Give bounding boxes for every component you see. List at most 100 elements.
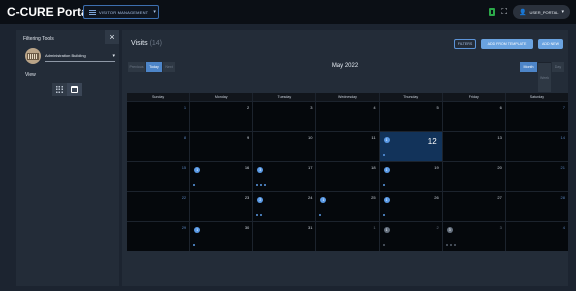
status-icon[interactable]: [489, 8, 496, 16]
calendar-day[interactable]: 3: [253, 102, 317, 131]
visit-dot[interactable]: [260, 184, 263, 186]
calendar-day[interactable]: 1: [127, 102, 191, 131]
calendar-day[interactable]: 19 1: [380, 162, 443, 191]
visit-dot[interactable]: [256, 184, 259, 186]
day-number: 6: [499, 105, 502, 110]
weekday-label: Wednesday: [316, 93, 380, 101]
calendar-day[interactable]: 1: [316, 222, 380, 251]
grid-view-button[interactable]: [52, 83, 67, 96]
visit-dot[interactable]: [382, 184, 385, 186]
calendar-day[interactable]: 33: [443, 222, 506, 251]
calendar-day[interactable]: 7: [506, 102, 568, 131]
day-number: 3: [499, 225, 502, 230]
calendar-day[interactable]: 8: [127, 132, 191, 161]
visit-count-badge[interactable]: 1: [383, 197, 390, 203]
calendar-icon: [71, 86, 78, 93]
visit-dot[interactable]: [449, 244, 452, 246]
calendar-day[interactable]: 31: [253, 222, 317, 251]
calendar-day[interactable]: 2: [190, 102, 254, 131]
calendar-day[interactable]: 21: [506, 162, 568, 191]
calendar-view-button[interactable]: [67, 83, 82, 96]
calendar-day[interactable]: 29: [127, 222, 191, 251]
weekday-label: Monday: [190, 93, 254, 101]
close-button[interactable]: ×: [105, 30, 119, 44]
visit-count-badge[interactable]: 1: [320, 197, 327, 203]
weekday-label: Thursday: [380, 93, 443, 101]
building-select[interactable]: Administration Building ▾: [45, 50, 115, 62]
module-menu-button[interactable]: VISITOR MANAGEMENT ▾: [83, 5, 159, 19]
visit-count-badge[interactable]: 2: [257, 197, 264, 203]
calendar-day[interactable]: 30 1: [190, 222, 254, 251]
view-toggle: [52, 83, 82, 96]
app-title: C-CURE Portal: [7, 5, 92, 19]
visit-count-badge[interactable]: 1: [383, 227, 390, 233]
day-number: 21: [560, 165, 565, 170]
day-number: 15: [181, 165, 187, 170]
filtering-panel: Filtering Tools × Administration Buildin…: [16, 30, 119, 286]
top-right-controls: ⛶ 👤 USER_PORTAL ▾: [489, 5, 570, 19]
calendar-day[interactable]: 4: [316, 102, 380, 131]
day-number: 13: [497, 135, 502, 140]
visit-dots: [382, 184, 385, 186]
calendar-day[interactable]: 5: [380, 102, 443, 131]
visit-dot[interactable]: [193, 244, 196, 246]
calendar-day[interactable]: 13: [443, 132, 506, 161]
calendar-day[interactable]: 6: [443, 102, 506, 131]
day-view-button[interactable]: Day: [552, 62, 564, 72]
visit-dot[interactable]: [382, 154, 385, 156]
visit-dot[interactable]: [193, 184, 196, 186]
calendar-day[interactable]: 22: [127, 192, 191, 221]
calendar-day[interactable]: 9: [190, 132, 254, 161]
filters-button[interactable]: FILTERS: [454, 39, 476, 49]
calendar-day[interactable]: 15: [127, 162, 191, 191]
calendar-day[interactable]: 28: [506, 192, 568, 221]
user-menu-button[interactable]: 👤 USER_PORTAL ▾: [513, 5, 570, 19]
visit-count-badge[interactable]: 1: [194, 167, 201, 173]
user-label: USER_PORTAL: [529, 9, 559, 15]
day-number: 29: [181, 225, 187, 230]
calendar-day[interactable]: 4: [506, 222, 568, 251]
calendar-day[interactable]: 21: [380, 222, 443, 251]
calendar-day[interactable]: 17 3: [253, 162, 317, 191]
week-view-button[interactable]: Week: [538, 62, 551, 92]
add-from-template-button[interactable]: ADD FROM TEMPLATE: [481, 39, 533, 49]
calendar-day[interactable]: 20: [443, 162, 506, 191]
calendar-day[interactable]: 23: [190, 192, 254, 221]
calendar-day[interactable]: 26 1: [380, 192, 443, 221]
calendar-weeks: 1 2 3 4 5 6 7 8 9 10 11 12 1 13 14 15 16 1 17 3 18 19 1 20 21 22 2…: [127, 101, 568, 251]
visit-count-badge[interactable]: 1: [194, 227, 201, 233]
day-number: 18: [371, 165, 376, 170]
visit-dot[interactable]: [445, 244, 448, 246]
visit-dot[interactable]: [256, 214, 259, 216]
calendar-day[interactable]: 27: [443, 192, 506, 221]
visit-dot[interactable]: [453, 244, 456, 246]
fullscreen-icon[interactable]: ⛶: [501, 8, 507, 16]
visit-count-badge[interactable]: 1: [383, 167, 390, 173]
visit-count-badge[interactable]: 3: [257, 167, 264, 173]
day-number: 26: [434, 195, 439, 200]
add-new-button[interactable]: ADD NEW: [538, 39, 563, 49]
calendar-day[interactable]: 11: [316, 132, 380, 161]
visit-dot[interactable]: [264, 184, 267, 186]
visit-dot[interactable]: [382, 244, 385, 246]
calendar-day[interactable]: 18: [316, 162, 380, 191]
calendar-day[interactable]: 16 1: [190, 162, 254, 191]
user-icon: 👤: [519, 9, 527, 16]
day-number: 23: [244, 195, 250, 200]
visit-count-badge[interactable]: 3: [446, 227, 453, 233]
calendar-day[interactable]: 24 2: [253, 192, 317, 221]
calendar-day[interactable]: 14: [506, 132, 568, 161]
visit-dot[interactable]: [382, 214, 385, 216]
day-number: 17: [307, 165, 313, 170]
calendar-day[interactable]: 10: [253, 132, 317, 161]
calendar-day-selected[interactable]: 12 1: [379, 132, 443, 161]
calendar-day[interactable]: 25 1: [316, 192, 380, 221]
day-number: 28: [560, 195, 565, 200]
visit-count-badge[interactable]: 1: [383, 137, 390, 143]
view-mode-buttons: Month Week Day: [520, 62, 564, 92]
visit-dot[interactable]: [260, 214, 263, 216]
visit-dot[interactable]: [319, 214, 322, 216]
calendar-week-row: 22 23 24 2 25 1 26 1 27 28: [127, 191, 568, 221]
day-number: 1: [183, 105, 187, 110]
month-view-button[interactable]: Month: [520, 62, 537, 72]
